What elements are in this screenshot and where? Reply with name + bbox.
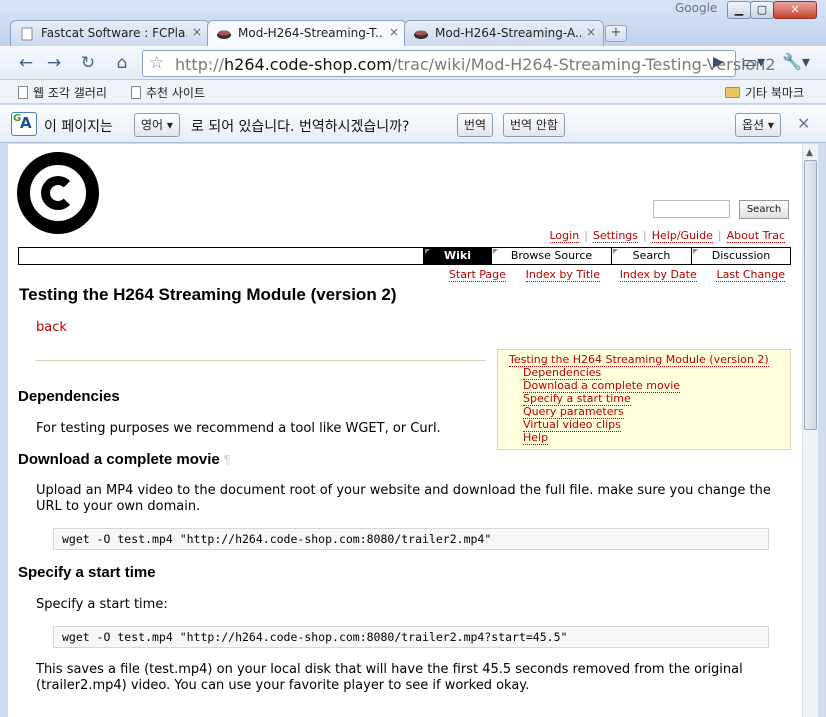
minimize-button[interactable]: ▁: [727, 1, 751, 19]
section-heading-download: Download a complete movie ¶: [18, 451, 231, 468]
translate-button[interactable]: 번역: [457, 113, 494, 137]
scroll-thumb[interactable]: [804, 160, 817, 430]
bookmark-star-icon[interactable]: ☆: [149, 53, 164, 73]
minimize-icon: ▁: [734, 3, 744, 16]
index-by-title-link[interactable]: Index by Title: [525, 268, 600, 282]
brand-label: Google: [675, 1, 718, 15]
translate-icon: GA: [11, 112, 37, 136]
nav-discussion[interactable]: Discussion: [691, 248, 790, 264]
other-bookmarks-label: 기타 북마크: [745, 86, 805, 100]
infobar-text-before: 이 페이지는: [44, 119, 113, 135]
bookmark-label: 웹 조각 갤러리: [33, 86, 107, 100]
folder-icon: [725, 87, 740, 98]
document-icon: [131, 86, 141, 99]
trac-favicon-icon: [217, 30, 231, 39]
section-heading-dependencies: Dependencies: [18, 388, 120, 405]
bookmark-label: 추천 사이트: [146, 86, 206, 100]
close-window-button[interactable]: ✕: [773, 1, 817, 19]
tab-mod-h264-testing[interactable]: Mod-H264-Streaming-T... ×: [207, 20, 407, 47]
page-menu-icon[interactable]: ▭▾: [742, 52, 765, 71]
scroll-up-arrow-icon[interactable]: ▲: [806, 148, 813, 158]
home-button[interactable]: ⌂: [110, 52, 134, 74]
bookmark-item[interactable]: 추천 사이트: [131, 84, 205, 101]
copyleft-logo[interactable]: [17, 152, 99, 234]
tab-title: Mod-H264-Streaming-A...: [435, 26, 581, 40]
options-dropdown[interactable]: 옵션 ▾: [735, 113, 781, 137]
nav-search[interactable]: Search: [611, 248, 691, 264]
wrench-icon[interactable]: 🔧▾: [782, 52, 810, 71]
vertical-scrollbar[interactable]: ▲: [802, 144, 818, 717]
other-bookmarks[interactable]: 기타 북마크: [725, 84, 804, 101]
address-bar[interactable]: ☆ http://h264.code-shop.com/trac/wiki/Mo…: [142, 50, 776, 77]
tab-fastcat[interactable]: Fastcat Software : FCPla... ×: [10, 20, 210, 46]
bookmark-item[interactable]: 웹 조각 갤러리: [18, 84, 107, 101]
last-change-link[interactable]: Last Change: [716, 268, 785, 282]
window-frame-edge: [818, 144, 826, 717]
search-input[interactable]: [653, 200, 730, 218]
login-link[interactable]: Login: [549, 229, 580, 243]
language-dropdown[interactable]: 영어 ▾: [134, 113, 180, 137]
main-navigation: Wiki Browse Source Search Discussion: [18, 247, 791, 265]
forward-button[interactable]: →: [42, 52, 66, 74]
document-favicon-icon: [21, 27, 33, 41]
url-host: h264.code-shop.com: [224, 55, 392, 74]
go-icon[interactable]: ▶: [713, 54, 724, 70]
tab-title: Mod-H264-Streaming-T...: [238, 26, 384, 40]
search-button[interactable]: Search: [739, 200, 789, 219]
about-trac-link[interactable]: About Trac: [726, 229, 785, 243]
trac-favicon-icon: [414, 30, 428, 39]
document-icon: [18, 86, 28, 99]
maximize-button[interactable]: ▢: [750, 1, 774, 19]
meta-navigation: Login | Settings | Help/Guide | About Trac: [549, 229, 785, 243]
tab-close-icon[interactable]: ×: [389, 25, 399, 39]
nav-wiki[interactable]: Wiki: [423, 248, 491, 264]
url-prefix: http://: [175, 55, 225, 74]
tab-title: Fastcat Software : FCPla...: [41, 26, 187, 40]
anchor-pilcrow[interactable]: ¶: [224, 452, 231, 467]
no-translate-button[interactable]: 번역 안함: [503, 113, 565, 137]
context-navigation: Start Page | Index by Title | Index by Date |…: [448, 268, 785, 282]
navigation-toolbar: ← → ↻ ⌂ ☆ http://h264.code-shop.com/trac…: [0, 46, 826, 80]
start-time-text: Specify a start time:: [36, 597, 168, 612]
maximize-icon: ▢: [756, 3, 768, 16]
bookmarks-bar: 웹 조각 갤러리 추천 사이트 기타 북마크: [0, 80, 826, 104]
settings-link[interactable]: Settings: [592, 229, 639, 243]
close-icon: ✕: [790, 3, 800, 16]
new-tab-button[interactable]: +: [605, 25, 627, 42]
dependencies-text: For testing purposes we recommend a tool…: [36, 421, 441, 436]
title-bar: Google ▁ ▢ ✕ Fastcat Software : FCPla...…: [0, 0, 826, 47]
url-text[interactable]: http://h264.code-shop.com/trac/wiki/Mod-…: [175, 55, 776, 74]
help-guide-link[interactable]: Help/Guide: [651, 229, 713, 243]
back-link[interactable]: back: [36, 320, 67, 335]
reload-button[interactable]: ↻: [76, 52, 100, 74]
code-block: wget -O test.mp4 "http://h264.code-shop.…: [53, 528, 769, 550]
page-viewport: Search Login | Settings | Help/Guide | About T…: [8, 144, 802, 717]
divider: [35, 360, 486, 361]
tab-close-icon[interactable]: ×: [586, 25, 596, 39]
infobar-text-after: 로 되어 있습니다. 번역하시겠습니까?: [191, 119, 410, 135]
start-time-explanation: This saves a file (test.mp4) on your loc…: [36, 662, 743, 693]
start-page-link[interactable]: Start Page: [448, 268, 506, 282]
page-title: Testing the H264 Streaming Module (versi…: [19, 285, 397, 304]
index-by-date-link[interactable]: Index by Date: [619, 268, 697, 282]
infobar-close-icon[interactable]: ✕: [797, 114, 810, 133]
translate-infobar: GA 이 페이지는 영어 ▾ 로 되어 있습니다. 번역하시겠습니까? 번역 번…: [0, 105, 826, 143]
download-text: Upload an MP4 video to the document root…: [36, 483, 771, 514]
tab-mod-h264-streaming[interactable]: Mod-H264-Streaming-A... ×: [404, 20, 604, 46]
nav-browse-source[interactable]: Browse Source: [491, 248, 611, 264]
code-block: wget -O test.mp4 "http://h264.code-shop.…: [53, 626, 769, 648]
tab-close-icon[interactable]: ×: [192, 25, 202, 39]
plus-icon: +: [610, 25, 622, 40]
section-heading-start-time: Specify a start time: [18, 564, 156, 581]
back-button[interactable]: ←: [14, 52, 38, 74]
